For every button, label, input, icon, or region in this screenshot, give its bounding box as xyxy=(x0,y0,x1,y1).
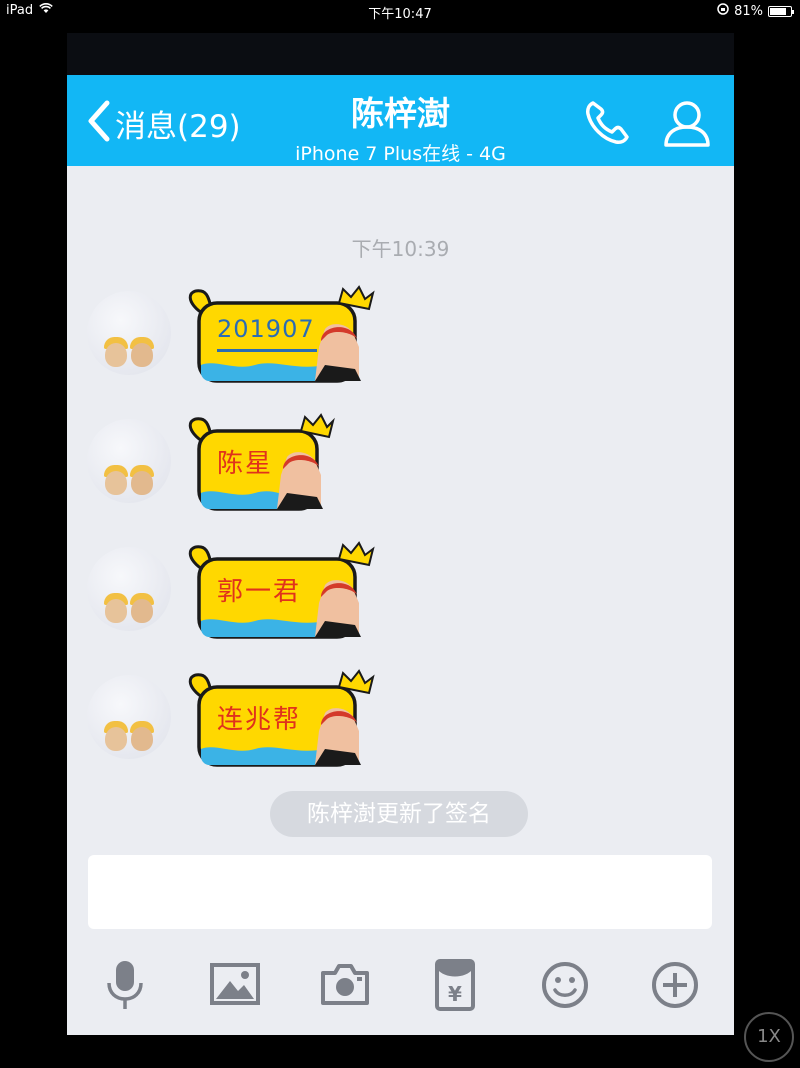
sticker-bubble[interactable]: 陈星 xyxy=(175,413,335,515)
chat-screen: 消息(29) 陈梓澍 iPhone 7 Plus在线 - 4G 下午10:39 xyxy=(67,33,734,1035)
camera-icon[interactable] xyxy=(315,955,375,1015)
message-row: 陈星 xyxy=(87,413,487,519)
message-text: 连兆帮 xyxy=(217,705,302,735)
rotation-lock-icon xyxy=(717,3,729,19)
message-text: 陈星 xyxy=(217,449,274,479)
status-time: 下午10:47 xyxy=(368,7,432,22)
avatar[interactable] xyxy=(87,675,171,759)
text-underline xyxy=(217,349,317,352)
sticker-bubble[interactable]: 连兆帮 xyxy=(175,669,375,771)
emoji-icon[interactable] xyxy=(535,955,595,1015)
top-strip xyxy=(67,33,734,75)
avatar[interactable] xyxy=(87,547,171,631)
message-input[interactable] xyxy=(88,855,712,929)
message-row: 连兆帮 xyxy=(87,669,487,775)
svg-text:¥: ¥ xyxy=(448,982,462,1006)
zoom-label: 1X xyxy=(757,1026,781,1047)
zoom-button[interactable]: 1X xyxy=(744,1012,794,1062)
message-text: 郭一君 xyxy=(217,577,302,607)
plus-icon[interactable] xyxy=(645,955,705,1015)
message-row: 郭一君 xyxy=(87,541,487,647)
system-notice: 陈梓澍更新了签名 xyxy=(270,791,528,837)
phone-icon[interactable] xyxy=(579,95,635,151)
input-toolbar: ¥ xyxy=(67,941,734,1035)
microphone-icon[interactable] xyxy=(95,955,155,1015)
sticker-bubble[interactable]: 郭一君 xyxy=(175,541,375,643)
avatar[interactable] xyxy=(87,419,171,503)
red-packet-icon[interactable]: ¥ xyxy=(425,955,485,1015)
avatar[interactable] xyxy=(87,291,171,375)
sticker-bubble[interactable]: 201907 xyxy=(175,285,375,387)
message-text: 201907 xyxy=(217,315,315,343)
battery-icon xyxy=(768,5,794,17)
message-row: 201907 xyxy=(87,285,487,391)
battery-percent: 81% xyxy=(734,3,763,19)
image-icon[interactable] xyxy=(205,955,265,1015)
status-bar: iPad 下午10:47 81% xyxy=(0,0,800,22)
nav-bar: 消息(29) 陈梓澍 iPhone 7 Plus在线 - 4G xyxy=(67,75,734,166)
message-timestamp: 下午10:39 xyxy=(351,237,450,261)
profile-icon[interactable] xyxy=(659,95,715,151)
